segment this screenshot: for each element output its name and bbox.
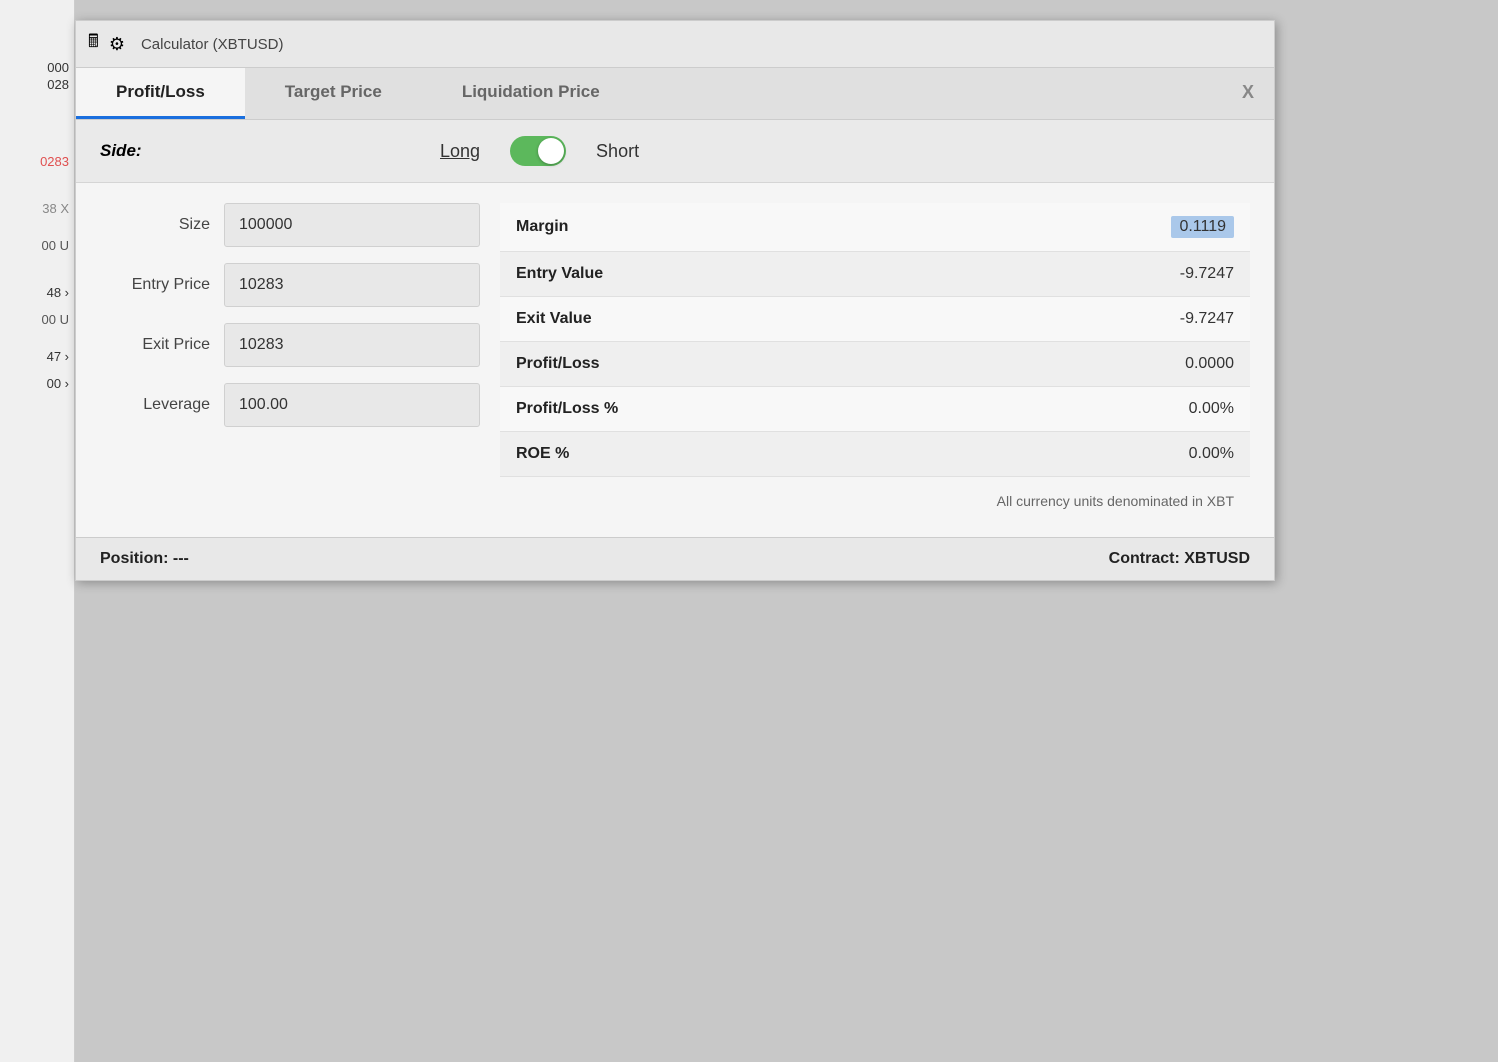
toggle-knob (538, 138, 564, 164)
profit-loss-pct-value: 0.00% (1189, 400, 1234, 418)
size-row: Size (100, 203, 480, 247)
roe-pct-label: ROE % (516, 445, 1189, 463)
settings-icon[interactable]: ⚙ (109, 34, 125, 55)
side-short-label[interactable]: Short (596, 141, 639, 162)
entry-value-value: -9.7247 (1180, 265, 1234, 283)
roe-pct-row: ROE % 0.00% (500, 432, 1250, 477)
close-button[interactable]: X (1222, 68, 1274, 119)
leverage-input[interactable] (224, 383, 480, 427)
profit-loss-value: 0.0000 (1185, 355, 1234, 373)
tabs-bar: Profit/Loss Target Price Liquidation Pri… (76, 68, 1274, 120)
exit-value-row: Exit Value -9.7247 (500, 297, 1250, 342)
roe-pct-value: 0.00% (1189, 445, 1234, 463)
profit-loss-row: Profit/Loss 0.0000 (500, 342, 1250, 387)
side-toggle[interactable] (510, 136, 566, 166)
sidebar-num-4: 38 X (42, 201, 69, 216)
sidebar-num-5: 00 U (42, 238, 69, 253)
calculator-modal: 🖩 ⚙ Calculator (XBTUSD) Profit/Loss Targ… (75, 20, 1275, 581)
profit-loss-label: Profit/Loss (516, 355, 1185, 373)
margin-label: Margin (516, 218, 1171, 236)
exit-value-value: -9.7247 (1180, 310, 1234, 328)
sidebar-num-2: 028 (47, 77, 69, 92)
profit-loss-pct-label: Profit/Loss % (516, 400, 1189, 418)
margin-row: Margin 0.1119 (500, 203, 1250, 252)
side-row: Side: Long Short (76, 120, 1274, 183)
entry-price-input[interactable] (224, 263, 480, 307)
entry-value-label: Entry Value (516, 265, 1180, 283)
tab-profit-loss[interactable]: Profit/Loss (76, 68, 245, 119)
footer-contract: Contract: XBTUSD (1109, 550, 1250, 568)
size-input[interactable] (224, 203, 480, 247)
side-label: Side: (100, 141, 260, 161)
currency-note: All currency units denominated in XBT (500, 477, 1250, 517)
size-label: Size (100, 216, 210, 234)
results-column: Margin 0.1119 Entry Value -9.7247 Exit V… (500, 203, 1250, 517)
sidebar-num-6: 48 › (47, 285, 69, 300)
entry-price-row: Entry Price (100, 263, 480, 307)
tab-liquidation-price[interactable]: Liquidation Price (422, 68, 640, 119)
leverage-row: Leverage (100, 383, 480, 427)
modal-footer: Position: --- Contract: XBTUSD (76, 537, 1274, 580)
sidebar-num-7: 00 U (42, 312, 69, 327)
entry-price-label: Entry Price (100, 276, 210, 294)
side-long-label[interactable]: Long (440, 141, 480, 162)
calculator-icon[interactable]: 🖩 (88, 29, 99, 59)
toggle-switch[interactable] (510, 136, 566, 166)
left-sidebar: 000 028 0283 38 X 00 U 48 › 00 U 47 › 00… (0, 0, 75, 1062)
main-content: Size Entry Price Exit Price Leverage Mar… (76, 183, 1274, 537)
sidebar-num-8: 47 › (47, 349, 69, 364)
footer-position: Position: --- (100, 550, 189, 568)
sidebar-num-3: 0283 (40, 154, 69, 169)
modal-title: Calculator (XBTUSD) (141, 36, 284, 53)
leverage-label: Leverage (100, 396, 210, 414)
sidebar-num-9: 00 › (47, 376, 69, 391)
exit-price-input[interactable] (224, 323, 480, 367)
exit-price-row: Exit Price (100, 323, 480, 367)
top-bar: 🖩 ⚙ Calculator (XBTUSD) (76, 21, 1274, 68)
exit-price-label: Exit Price (100, 336, 210, 354)
margin-value: 0.1119 (1171, 216, 1234, 238)
sidebar-num-1: 000 (47, 60, 69, 75)
inputs-column: Size Entry Price Exit Price Leverage (100, 203, 480, 517)
tab-target-price[interactable]: Target Price (245, 68, 422, 119)
entry-value-row: Entry Value -9.7247 (500, 252, 1250, 297)
profit-loss-pct-row: Profit/Loss % 0.00% (500, 387, 1250, 432)
exit-value-label: Exit Value (516, 310, 1180, 328)
